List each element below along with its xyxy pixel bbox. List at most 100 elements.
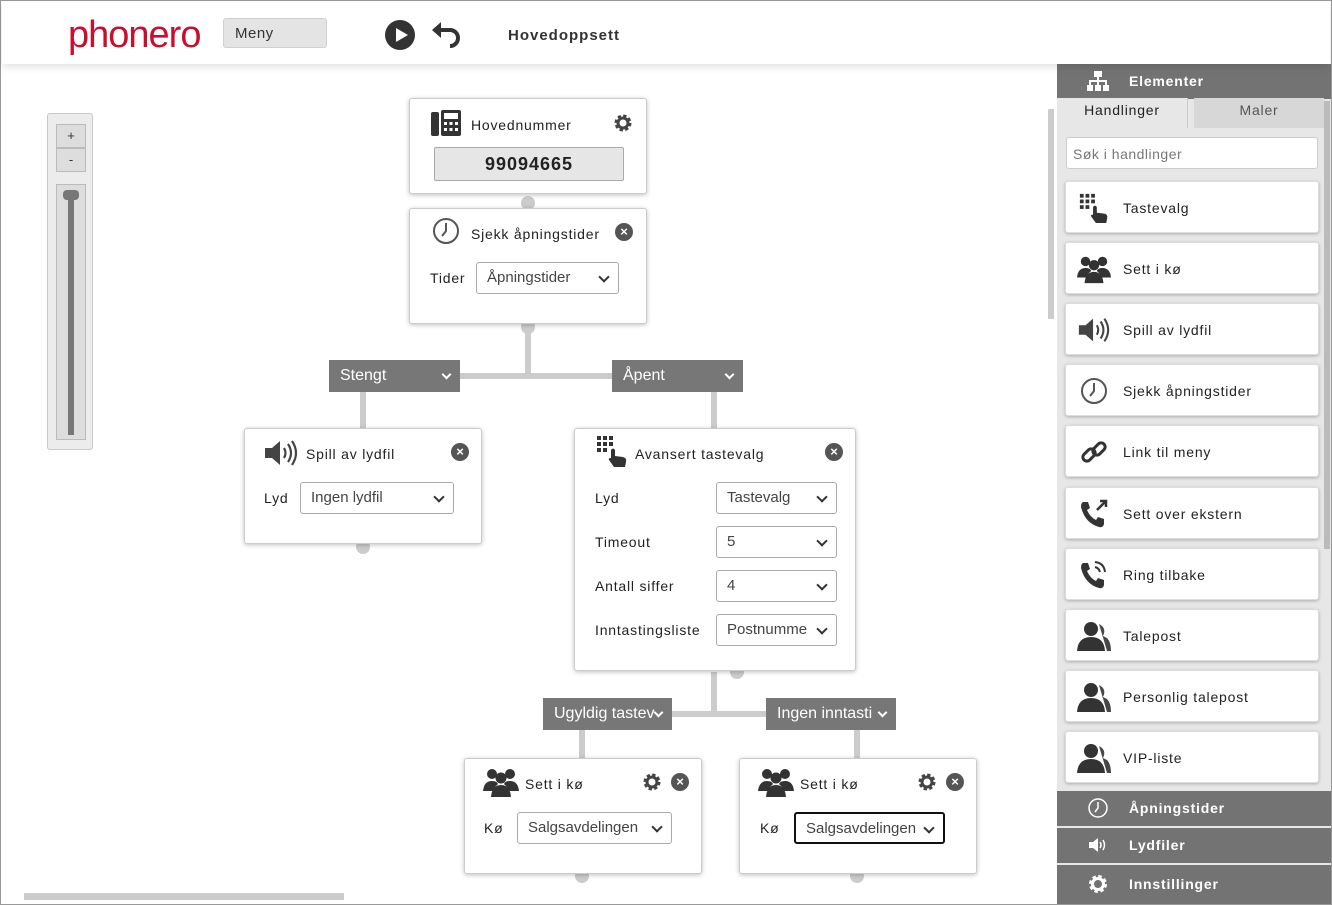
field-label: Timeout [595,534,651,550]
sound-file-select[interactable]: Ingen lydfil [300,482,454,514]
field-label: Lyd [595,490,620,506]
gear-icon [1089,875,1107,893]
node-title: Sjekk åpningstider [471,226,600,242]
gear-icon[interactable] [613,113,633,133]
zoom-out-button[interactable]: - [56,148,86,172]
horizontal-scrollbar[interactable] [24,893,344,900]
field-label: Tider [430,270,466,286]
close-icon[interactable]: × [671,773,689,791]
node-title: Hovednummer [471,117,572,133]
gear-icon[interactable] [917,772,937,792]
close-icon[interactable]: × [615,223,633,241]
branch-no-input-select[interactable]: Ingen inntasti [766,698,896,730]
action-label: Sett i kø [1123,261,1182,277]
node-queue-right[interactable]: Sett i kø × Kø Salgsavdelingen [739,758,977,874]
input-list-select[interactable]: Postnumme [716,614,837,646]
action-label: Ring tilbake [1123,567,1206,583]
section-label: Åpningstider [1129,800,1225,816]
clock-icon [1081,378,1107,404]
app-frame: phonero Meny Hovedoppsett + - Hovednumme… [0,0,1332,905]
elements-sidebar: Elementer Handlinger Maler Søk i handlin… [1057,64,1331,904]
field-label: Kø [484,820,504,836]
node-play-file[interactable]: Spill av lydfil × Lyd Ingen lydfil [244,428,482,544]
node-title: Sett i kø [800,776,859,792]
people-icon [483,769,519,797]
branch-invalid-select[interactable]: Ugyldig tastev [543,698,672,730]
keypad-icon [597,436,627,467]
action-label: Sett over ekstern [1123,506,1243,522]
section-label: Lydfiler [1129,837,1186,853]
speaker-icon [1089,838,1106,852]
node-title: Spill av lydfil [306,446,396,462]
field-label: Inntastingsliste [595,622,701,638]
person-icon [1077,744,1111,773]
action-item-link-menu[interactable]: Link til meny [1065,425,1319,477]
tab-actions[interactable]: Handlinger [1057,98,1188,128]
node-main-number[interactable]: Hovednummer 99094665 [409,98,647,194]
action-label: Link til meny [1123,444,1212,460]
person-icon [1077,622,1111,651]
field-label: Kø [760,820,780,836]
speaker-icon [1078,318,1110,342]
sidebar-scrollbar[interactable] [1324,101,1330,549]
action-item-transfer-external[interactable]: Sett over ekstern [1065,487,1319,539]
keypad-icon [1079,193,1108,224]
branch-closed-select[interactable]: Stengt [329,360,460,392]
sitemap-icon [1087,71,1109,91]
people-icon [758,769,794,797]
action-item-vip-list[interactable]: VIP-liste [1065,731,1319,783]
node-opening-hours[interactable]: Sjekk åpningstider × Tider Åpningstider [409,208,647,324]
menu-button[interactable]: Meny [223,18,327,48]
sidebar-section-sound-files[interactable]: Lydfiler [1057,828,1331,863]
link-icon [1081,441,1107,463]
node-title: Sett i kø [525,776,584,792]
sidebar-section-opening-hours[interactable]: Åpningstider [1057,791,1331,826]
action-label: Tastevalg [1123,200,1190,216]
flow-canvas[interactable]: + - Hovednummer 99094665 Sjekk åpningsti… [2,64,1054,904]
timeout-select[interactable]: 5 [716,526,837,558]
play-icon[interactable] [385,20,415,50]
action-item-callback[interactable]: Ring tilbake [1065,548,1319,600]
digit-count-select[interactable]: 4 [716,570,837,602]
action-item-keypad[interactable]: Tastevalg [1065,181,1319,233]
close-icon[interactable]: × [825,443,843,461]
action-label: Personlig talepost [1123,689,1249,705]
vertical-scrollbar[interactable] [1048,109,1054,319]
clock-icon [433,218,459,244]
node-queue-left[interactable]: Sett i kø × Kø Salgsavdelingen [464,758,702,874]
search-actions-input[interactable]: Søk i handlinger [1066,137,1318,169]
close-icon[interactable]: × [451,443,469,461]
phone-ring-icon [1081,561,1106,589]
prompt-sound-select[interactable]: Tastevalg [716,482,837,514]
action-label: Spill av lydfil [1123,322,1213,338]
sidebar-section-settings[interactable]: Innstillinger [1057,865,1331,904]
action-item-voicemail[interactable]: Talepost [1065,609,1319,661]
phone-forward-icon [1081,499,1108,528]
undo-icon[interactable] [430,18,462,50]
person-icon [1077,683,1111,712]
phonero-logo: phonero [68,14,201,56]
sidebar-title: Elementer [1129,73,1204,89]
opening-hours-select[interactable]: Åpningstider [476,262,619,294]
field-label: Antall siffer [595,578,675,594]
node-advanced-menu[interactable]: Avansert tastevalg × Lyd Tastevalg Timeo… [574,428,856,671]
top-bar: phonero Meny Hovedoppsett [2,2,1330,64]
action-item-opening-hours[interactable]: Sjekk åpningstider [1065,364,1319,416]
action-label: VIP-liste [1123,750,1183,766]
close-icon[interactable]: × [946,773,964,791]
queue-select[interactable]: Salgsavdelingen [794,812,945,844]
section-label: Innstillinger [1129,876,1219,892]
gear-icon[interactable] [642,772,662,792]
zoom-rail [68,195,74,435]
phone-icon [431,110,461,136]
tab-templates[interactable]: Maler [1194,98,1324,128]
action-item-play-file[interactable]: Spill av lydfil [1065,303,1319,355]
queue-select[interactable]: Salgsavdelingen [517,812,672,844]
zoom-slider[interactable] [56,184,86,440]
sidebar-header[interactable]: Elementer [1057,64,1331,99]
branch-open-select[interactable]: Åpent [612,360,743,392]
action-item-personal-voicemail[interactable]: Personlig talepost [1065,670,1319,722]
action-item-queue[interactable]: Sett i kø [1065,242,1319,294]
zoom-handle[interactable] [63,190,79,200]
zoom-in-button[interactable]: + [56,124,86,148]
